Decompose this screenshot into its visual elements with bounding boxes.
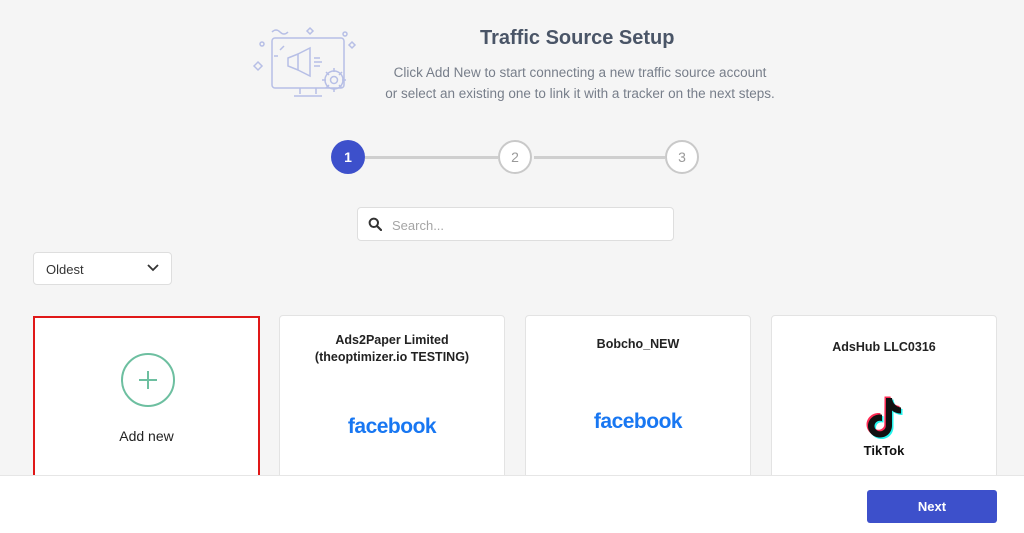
tiktok-wordmark: TikTok — [863, 443, 905, 458]
tiktok-logo-icon — [866, 396, 903, 439]
step-1[interactable]: 1 — [331, 140, 365, 174]
step-3[interactable]: 3 — [665, 140, 699, 174]
traffic-source-card-adshub[interactable]: AdsHub LLC0316 TikTok — [771, 315, 997, 495]
stepper-connector-1 — [365, 156, 498, 159]
traffic-source-card-bobcho[interactable]: Bobcho_NEW facebook — [525, 315, 751, 495]
sort-select-value: Oldest — [46, 262, 84, 277]
page-title: Traffic Source Setup — [480, 27, 675, 49]
search-input[interactable] — [390, 214, 664, 236]
add-circle-icon — [121, 353, 175, 407]
card-title-line-2: (theoptimizer.io TESTING) — [314, 350, 470, 364]
page-subtitle: Click Add New to start connecting a new … — [372, 62, 788, 104]
card-title-line-1: AdsHub LLC0316 — [832, 340, 936, 354]
stepper-connector-2 — [534, 156, 665, 159]
next-button[interactable]: Next — [867, 490, 997, 523]
sort-select[interactable]: Oldest — [33, 252, 172, 285]
add-new-label: Add new — [119, 428, 174, 444]
subtitle-line-1: Click Add New to start connecting a new … — [393, 65, 767, 80]
search-icon — [368, 217, 382, 231]
facebook-logo-icon: facebook — [347, 415, 437, 438]
search-box[interactable] — [357, 207, 674, 241]
card-title-line-1: Bobcho_NEW — [596, 337, 680, 351]
add-new-card[interactable]: Add new — [33, 316, 260, 478]
chevron-down-icon — [147, 264, 159, 272]
card-title-line-1: Ads2Paper Limited — [335, 333, 449, 347]
plus-icon — [139, 371, 157, 389]
traffic-source-card-ads2paper[interactable]: Ads2Paper Limited (theoptimizer.io TESTI… — [279, 315, 505, 495]
facebook-logo-icon: facebook — [593, 410, 683, 433]
traffic-source-illustration-icon — [250, 22, 360, 102]
step-2[interactable]: 2 — [498, 140, 532, 174]
subtitle-line-2: or select an existing one to link it wit… — [385, 86, 775, 101]
